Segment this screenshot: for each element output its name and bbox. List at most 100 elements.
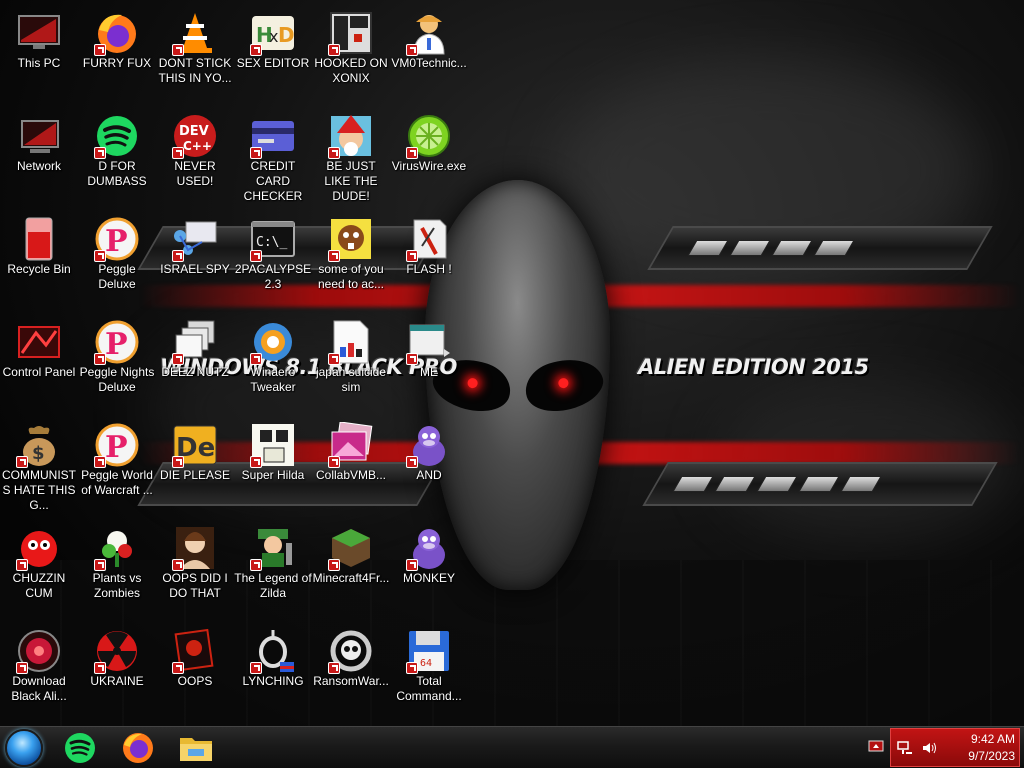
desktop-icon-legend-of-zilda[interactable]: The Legend of Zilda (234, 519, 312, 619)
desktop-icon-die-please[interactable]: De DIE PLEASE (156, 416, 234, 516)
red-skull-card-icon (172, 628, 218, 674)
desktop-icon-collabvmb[interactable]: CollabVMB... (312, 416, 390, 516)
desktop-icon-furry-fux[interactable]: FURRY FUX (78, 4, 156, 104)
desktop-icon-network[interactable]: Network (0, 107, 78, 207)
desktop-icon-and[interactable]: AND (390, 416, 468, 516)
desktop-icon-me[interactable]: ME (390, 313, 468, 413)
shortcut-arrow-icon (328, 559, 340, 571)
desktop-icon-label: DONT STICK THIS IN YO... (158, 56, 232, 85)
shortcut-arrow-icon (16, 559, 28, 571)
shortcut-arrow-icon (94, 456, 106, 468)
shortcut-arrow-icon (250, 662, 262, 674)
desktop-icon-label: Control Panel (2, 365, 76, 379)
desktop-icon-peggle-nights[interactable]: P Peggle Nights Deluxe (78, 313, 156, 413)
shortcut-arrow-icon (406, 559, 418, 571)
folder-icon (180, 738, 212, 761)
desktop-icon-download-black-ali[interactable]: Download Black Ali... (0, 622, 78, 722)
desktop-icon-ransomwar[interactable]: RansomWar... (312, 622, 390, 722)
taskbar-clock[interactable]: 9:42 AM 9/7/2023 (935, 731, 1015, 765)
desktop-icon-minecraft4fr[interactable]: Minecraft4Fr... (312, 519, 390, 619)
desktop-icon-viruswire[interactable]: VirusWire.exe (390, 107, 468, 207)
shortcut-arrow-icon (172, 456, 184, 468)
desktop-icon-total-command[interactable]: 64 Total Command... (390, 622, 468, 722)
desktop-icon-winaero-tweaker[interactable]: Winaero Tweaker (234, 313, 312, 413)
taskbar: 9:42 AM 9/7/2023 (0, 726, 1024, 768)
desktop-icon-label: DEEZ NUTZ (161, 365, 229, 379)
svg-text:64: 64 (420, 658, 432, 669)
spy-network-icon (172, 216, 218, 262)
desktop-icon-vm0technic[interactable]: VM0Technic... (390, 4, 468, 104)
desktop-icon-oops-did-i[interactable]: OOPS DID I DO THAT (156, 519, 234, 619)
shortcut-arrow-icon (16, 662, 28, 674)
desktop-icon-sex-editor[interactable]: Hx D SEX EDITOR (234, 4, 312, 104)
desktop-icon-communists[interactable]: $ COMMUNISTS HATE THIS G... (0, 416, 78, 516)
desktop-icon-japan-suicide-sim[interactable]: japan suicide sim (312, 313, 390, 413)
network-tray-icon[interactable] (897, 740, 913, 756)
firefox-taskbar-button[interactable] (116, 729, 160, 767)
shortcut-arrow-icon (406, 662, 418, 674)
shortcut-arrow-icon (328, 250, 340, 262)
desktop-icon-label: ME (420, 365, 438, 379)
file-explorer-taskbar-button[interactable] (174, 729, 218, 767)
svg-text:$: $ (32, 443, 45, 464)
desktop-icon-deez-nutz[interactable]: DEEZ NUTZ (156, 313, 234, 413)
desktop-icon-chuzzin-cum[interactable]: CHUZZIN CUM (0, 519, 78, 619)
desktop-icon-oops[interactable]: OOPS (156, 622, 234, 722)
desktop-icon-super-hilda[interactable]: Super Hilda (234, 416, 312, 516)
shortcut-arrow-icon (94, 250, 106, 262)
desktop-icon-dont-stick[interactable]: DONT STICK THIS IN YO... (156, 4, 234, 104)
desktop-icon-never-used[interactable]: DEV C++ NEVER USED! (156, 107, 234, 207)
desktop-icon-be-just-like-the-dude[interactable]: BE JUST LIKE THE DUDE! (312, 107, 390, 207)
peggle-icon: P (94, 216, 140, 262)
de-icon: De (172, 422, 218, 468)
desktop-icon-label: 2PACALYPSE 2.3 (234, 262, 312, 291)
shortcut-arrow-icon (94, 147, 106, 159)
desktop-icon-peggle-world[interactable]: P Peggle World of Warcraft ... (78, 416, 156, 516)
desktop-icon-some-of-you[interactable]: some of you need to ac... (312, 210, 390, 310)
desktop-icon-monkey[interactable]: MONKEY (390, 519, 468, 619)
spotify-taskbar-button[interactable] (58, 729, 102, 767)
desktop-icon-2pacalypse[interactable]: C:\_ 2PACALYPSE 2.3 (234, 210, 312, 310)
peggle-icon: P (94, 319, 140, 365)
desktop-icon-credit-card-checker[interactable]: CREDIT CARD CHECKER (234, 107, 312, 207)
desktop-icon-label: UKRAINE (90, 674, 144, 688)
start-button[interactable] (5, 729, 43, 767)
spotify-icon (65, 733, 95, 763)
desktop-icon-label: Recycle Bin (7, 262, 71, 276)
shortcut-arrow-icon (94, 559, 106, 571)
desktop-icon-d-for-dumbass[interactable]: D FOR DUMBASS (78, 107, 156, 207)
desktop-icon-lynching[interactable]: LYNCHING (234, 622, 312, 722)
desktop-icon-israel-spy[interactable]: ISRAEL SPY (156, 210, 234, 310)
desktop-icon-plants-vs-zombies[interactable]: Plants vs Zombies (78, 519, 156, 619)
desktop-icon-label: LYNCHING (242, 674, 304, 688)
desktop-icon-hooked-on-xonix[interactable]: HOOKED ON XONIX (312, 4, 390, 104)
desktop-icon-recycle-bin[interactable]: Recycle Bin (0, 210, 78, 310)
bonzi-icon (406, 422, 452, 468)
desktop-icon-label: Network (16, 159, 61, 173)
desktop-icon-label: D FOR DUMBASS (87, 159, 147, 188)
shortcut-arrow-icon (406, 250, 418, 262)
spotify-icon (94, 113, 140, 159)
shortcut-arrow-icon (328, 456, 340, 468)
desktop-icon-this-pc[interactable]: This PC (0, 4, 78, 104)
desktop-icon-flash[interactable]: FLASH ! (390, 210, 468, 310)
desktop-icon-label: CHUZZIN CUM (12, 571, 66, 600)
stacked-windows-icon (172, 319, 218, 365)
desktop-icon-label: Plants vs Zombies (92, 571, 142, 600)
desktop-icon-peggle-deluxe[interactable]: P Peggle Deluxe (78, 210, 156, 310)
desktop-icon-label: BE JUST LIKE THE DUDE! (324, 159, 378, 203)
shortcut-arrow-icon (172, 44, 184, 56)
window-icon (406, 319, 452, 365)
desktop-icon-ukraine[interactable]: UKRAINE (78, 622, 156, 722)
shortcut-arrow-icon (250, 456, 262, 468)
shortcut-arrow-icon (406, 44, 418, 56)
desktop-icon-control-panel[interactable]: Control Panel (0, 313, 78, 413)
vlc-cone-icon (172, 10, 218, 56)
shortcut-arrow-icon (250, 250, 262, 262)
desktop-icon-label: VirusWire.exe (391, 159, 467, 173)
xonix-icon (328, 10, 374, 56)
desktop-icon-label: VM0Technic... (391, 56, 467, 70)
notification-flag-icon[interactable] (868, 738, 884, 754)
desktop-icon-label: some of you need to ac... (317, 262, 385, 291)
shortcut-arrow-icon (250, 147, 262, 159)
